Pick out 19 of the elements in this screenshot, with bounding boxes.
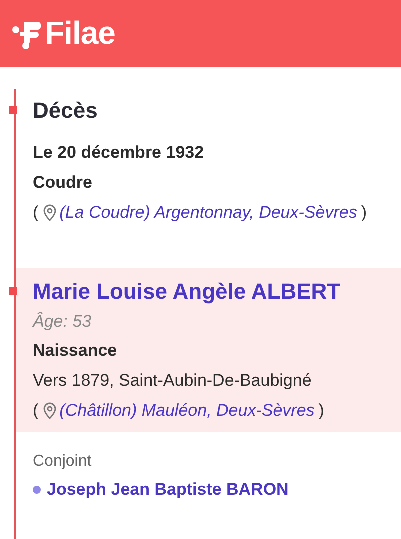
parenthesis: (: [33, 202, 39, 224]
bullet-icon: [33, 486, 41, 494]
location-pin-icon: [42, 402, 58, 420]
event-details: Vers 1879, Saint-Aubin-De-Baubigné: [33, 370, 313, 392]
spouse-name-link[interactable]: Joseph Jean Baptiste BARON: [47, 475, 289, 505]
place-link[interactable]: (Châtillon) Mauléon, Deux-Sèvres: [60, 396, 315, 426]
logo-text: Filae: [45, 15, 116, 52]
event-date: Le 20 décembre 1932: [33, 142, 206, 164]
event-label: Naissance: [33, 340, 118, 362]
parenthesis: (: [33, 400, 39, 422]
parenthesis: ): [361, 202, 367, 224]
section-title: Décès: [33, 97, 99, 125]
place-name: Coudre: [33, 172, 94, 194]
place-link[interactable]: (La Coudre) Argentonnay, Deux-Sèvres: [60, 198, 358, 228]
parenthesis: ): [318, 400, 324, 422]
person-name-link[interactable]: Marie Louise Angèle ALBERT: [33, 276, 401, 308]
location-pin-icon: [42, 204, 58, 222]
spouse-label: Conjoint: [33, 452, 93, 472]
age-text: Âge: 53: [33, 311, 93, 333]
